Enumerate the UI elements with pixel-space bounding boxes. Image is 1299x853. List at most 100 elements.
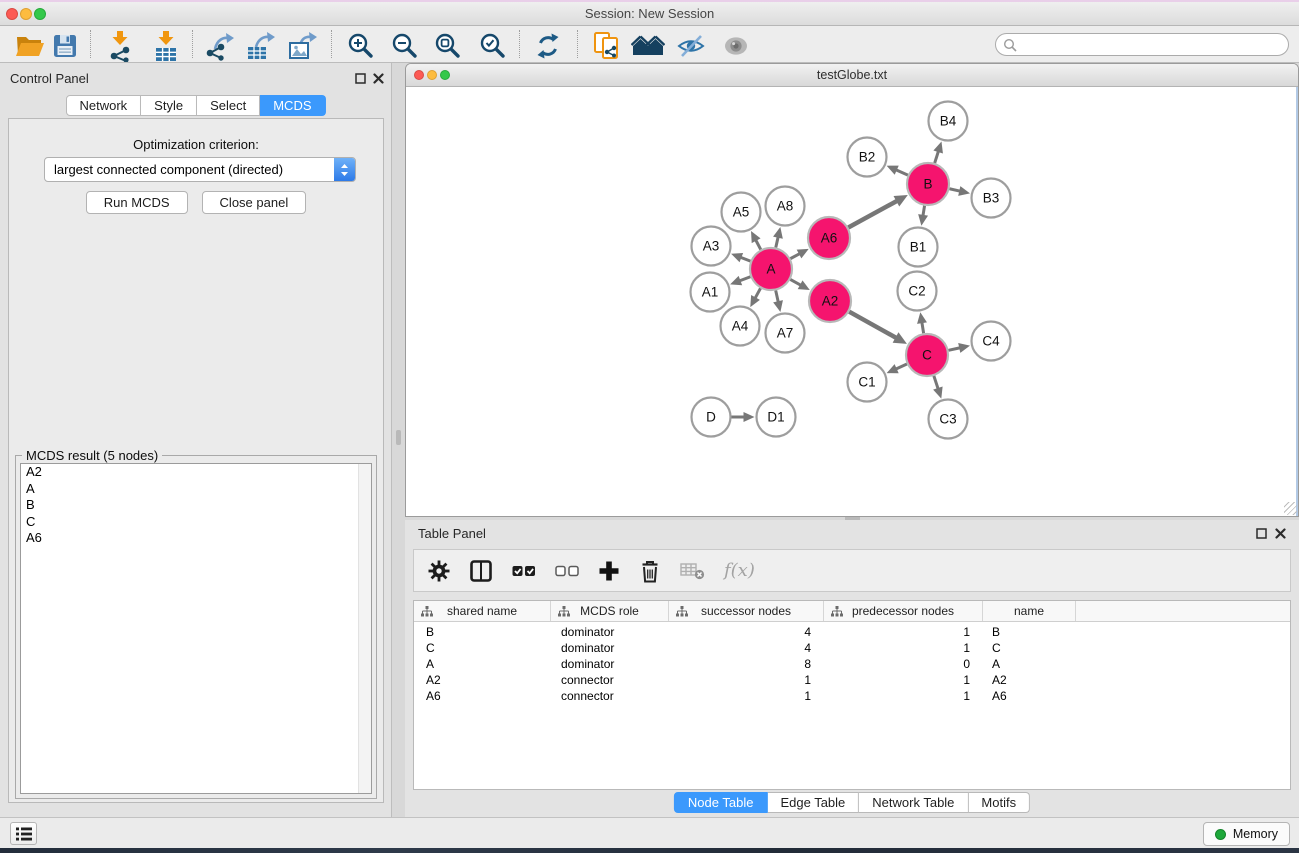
search-input[interactable] [1017, 35, 1288, 54]
mcds-result-item[interactable]: A [21, 481, 371, 498]
export-network-icon[interactable] [203, 29, 237, 63]
tab-mcds[interactable]: MCDS [260, 95, 325, 116]
graph-node-A[interactable]: A [750, 248, 792, 290]
graph-node-B2[interactable]: B2 [848, 138, 887, 177]
graph-node-A2[interactable]: A2 [809, 280, 851, 322]
column-header-name[interactable]: name [983, 601, 1076, 621]
graph-node-A5[interactable]: A5 [722, 193, 761, 232]
graph-node-C4[interactable]: C4 [972, 322, 1011, 361]
graph-node-C3[interactable]: C3 [929, 400, 968, 439]
zoom-window-button[interactable] [34, 8, 46, 20]
refresh-icon[interactable] [533, 29, 563, 63]
network-graph[interactable]: B4 B2 B B3 A8A5 A6 B1 A3 A C2 A1 A2 A4A7 C4 C C1 C3 D D1 [406, 87, 1298, 516]
graph-node-B3[interactable]: B3 [972, 179, 1011, 218]
close-table-panel-icon[interactable] [1273, 526, 1287, 540]
tab-style[interactable]: Style [141, 95, 197, 116]
open-folder-icon[interactable] [14, 29, 46, 63]
show-eye-icon[interactable] [721, 29, 751, 63]
criterion-dropdown[interactable]: largest connected component (directed) [44, 157, 356, 182]
graph-node-A3[interactable]: A3 [692, 227, 731, 266]
mcds-result-item[interactable]: A2 [21, 464, 371, 481]
graph-node-A4[interactable]: A4 [721, 307, 760, 346]
network-window-titlebar: testGlobe.txt [406, 64, 1298, 87]
graph-node-A8[interactable]: A8 [766, 187, 805, 226]
table-row[interactable]: Bdominator41B [414, 624, 1290, 640]
float-panel-icon[interactable] [353, 71, 367, 85]
delete-column-icon[interactable] [639, 559, 661, 583]
memory-button[interactable]: Memory [1203, 822, 1290, 846]
zoom-fit-icon[interactable] [432, 29, 464, 63]
graph-node-C1[interactable]: C1 [848, 363, 887, 402]
import-network-icon[interactable] [103, 29, 137, 63]
minimize-network-window-button[interactable] [427, 70, 437, 80]
graph-node-A1[interactable]: A1 [691, 273, 730, 312]
mcds-result-list[interactable]: A2ABCA6 [20, 463, 372, 794]
dropdown-stepper-icon [334, 158, 355, 181]
home-icon[interactable] [630, 29, 666, 63]
gear-icon[interactable] [428, 560, 450, 582]
tab-select[interactable]: Select [197, 95, 260, 116]
export-table-icon[interactable] [244, 29, 278, 63]
save-icon[interactable] [51, 29, 79, 63]
mcds-result-item[interactable]: A6 [21, 530, 371, 547]
network-canvas[interactable]: B4 B2 B B3 A8A5 A6 B1 A3 A C2 A1 A2 A4A7 C4 C C1 C3 D D1 [406, 87, 1298, 516]
minimize-window-button[interactable] [20, 8, 32, 20]
zoom-selected-icon[interactable] [477, 29, 509, 63]
table-row[interactable]: A2connector11A2 [414, 672, 1290, 688]
search-field[interactable] [995, 33, 1289, 56]
float-table-panel-icon[interactable] [1254, 526, 1268, 540]
column-header-predecessor-nodes[interactable]: predecessor nodes [824, 601, 983, 621]
graph-node-C[interactable]: C [906, 334, 948, 376]
tab-motifs[interactable]: Motifs [968, 792, 1030, 813]
task-history-icon[interactable] [10, 822, 37, 845]
table-panel: Table Panel [405, 520, 1299, 817]
graph-node-B1[interactable]: B1 [899, 228, 938, 267]
column-header-shared-name[interactable]: shared name [414, 601, 551, 621]
select-all-icon[interactable] [512, 560, 536, 582]
close-network-window-button[interactable] [414, 70, 424, 80]
svg-text:C2: C2 [908, 284, 925, 299]
graph-node-D1[interactable]: D1 [757, 398, 796, 437]
column-header-successor-nodes[interactable]: successor nodes [669, 601, 824, 621]
tab-edge-table[interactable]: Edge Table [767, 792, 859, 813]
export-image-icon[interactable] [286, 29, 320, 63]
zoom-in-icon[interactable] [345, 29, 377, 63]
function-builder-icon[interactable]: f(x) [724, 560, 755, 581]
svg-text:A1: A1 [702, 285, 719, 300]
graph-node-C2[interactable]: C2 [898, 272, 937, 311]
vertical-split-handle[interactable] [396, 430, 401, 445]
close-window-button[interactable] [6, 8, 18, 20]
main-toolbar [0, 26, 1299, 63]
graph-node-B[interactable]: B [907, 163, 949, 205]
table-row[interactable]: A6connector11A6 [414, 688, 1290, 704]
delete-table-icon[interactable] [680, 562, 705, 580]
network-window-title: testGlobe.txt [406, 64, 1298, 86]
table-row[interactable]: Cdominator41C [414, 640, 1290, 656]
table-row[interactable]: Adominator80A [414, 656, 1290, 672]
run-mcds-button[interactable]: Run MCDS [86, 191, 188, 214]
add-column-icon[interactable] [598, 560, 620, 582]
mcds-result-item[interactable]: C [21, 514, 371, 531]
graph-node-D[interactable]: D [692, 398, 731, 437]
tab-network[interactable]: Network [65, 95, 141, 116]
zoom-out-icon[interactable] [389, 29, 421, 63]
window-resize-grip[interactable] [1284, 502, 1297, 515]
result-scrollbar[interactable] [358, 464, 371, 793]
graph-node-A7[interactable]: A7 [766, 314, 805, 353]
hide-eye-icon[interactable] [675, 29, 707, 63]
svg-text:C3: C3 [939, 412, 956, 427]
import-table-icon[interactable] [149, 29, 183, 63]
mcds-result-item[interactable]: B [21, 497, 371, 514]
close-panel-button[interactable]: Close panel [202, 191, 307, 214]
split-column-icon[interactable] [469, 560, 493, 582]
graph-node-B4[interactable]: B4 [929, 102, 968, 141]
close-panel-icon[interactable] [371, 71, 385, 85]
tab-node-table[interactable]: Node Table [674, 792, 768, 813]
deselect-all-icon[interactable] [555, 560, 579, 582]
optimization-criterion-label: Optimization criterion: [9, 137, 383, 152]
zoom-network-window-button[interactable] [440, 70, 450, 80]
tab-network-table[interactable]: Network Table [859, 792, 968, 813]
graph-node-A6[interactable]: A6 [808, 217, 850, 259]
network-overview-icon[interactable] [591, 29, 623, 63]
column-header-MCDS-role[interactable]: MCDS role [551, 601, 669, 621]
